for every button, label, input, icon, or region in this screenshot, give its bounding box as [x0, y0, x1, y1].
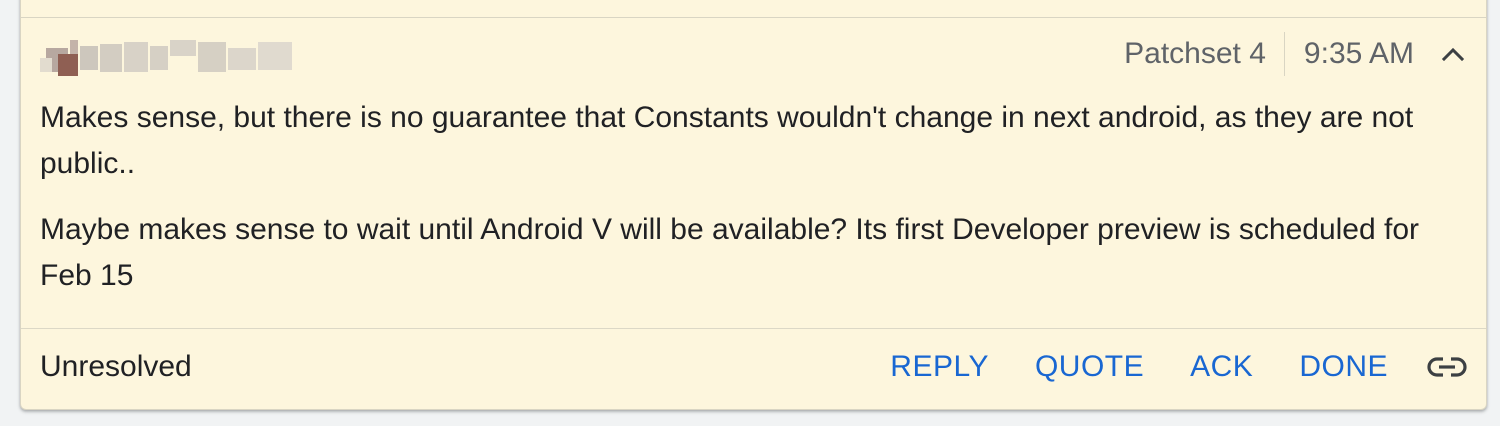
comment-header[interactable]: Patchset 4 9:35 AM: [21, 18, 1486, 94]
ack-button[interactable]: ACK: [1190, 345, 1253, 389]
done-button[interactable]: DONE: [1299, 345, 1388, 389]
reply-button[interactable]: REPLY: [890, 345, 989, 389]
link-icon[interactable]: [1426, 352, 1468, 382]
comment-card: Patchset 4 9:35 AM Makes sense, but ther…: [20, 0, 1487, 410]
author-avatar-name-blurred: [40, 40, 292, 76]
quote-button[interactable]: QUOTE: [1035, 345, 1144, 389]
comment-body: Makes sense, but there is no guarantee t…: [40, 95, 1470, 319]
comment-footer: Unresolved REPLY QUOTE ACK DONE: [21, 329, 1486, 409]
comment-actions: REPLY QUOTE ACK DONE: [890, 345, 1468, 389]
comment-meta: Patchset 4 9:35 AM: [1124, 32, 1468, 76]
timestamp: 9:35 AM: [1303, 37, 1414, 70]
patchset-label[interactable]: Patchset 4: [1124, 32, 1285, 76]
resolution-status: Unresolved: [40, 350, 192, 383]
comment-paragraph: Maybe makes sense to wait until Android …: [40, 213, 1420, 292]
comment-paragraph: Makes sense, but there is no guarantee t…: [40, 101, 1414, 180]
chevron-up-icon[interactable]: [1438, 39, 1468, 69]
